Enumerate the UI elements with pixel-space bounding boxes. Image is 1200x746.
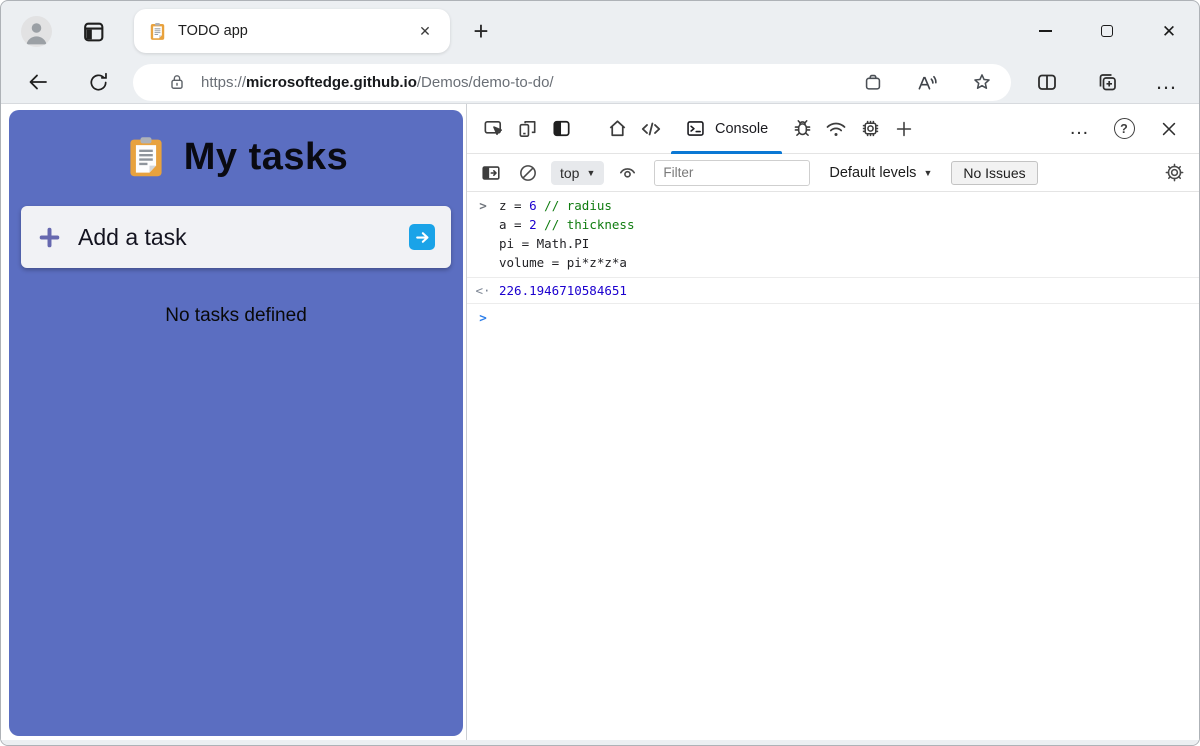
console-command-line: volume = pi*z*z*a (499, 255, 627, 270)
tab-title: TODO app (178, 23, 248, 39)
briefcase-icon[interactable] (862, 71, 884, 93)
tab-strip: TODO app ✕ + ✕ (1, 1, 1199, 61)
devtools-toolbar-right: … ? (1062, 112, 1190, 146)
more-options-icon[interactable]: … (1062, 112, 1096, 146)
welcome-home-icon[interactable] (600, 112, 634, 146)
read-aloud-icon[interactable] (916, 71, 939, 94)
profile-avatar[interactable] (21, 15, 52, 47)
maximize-window-icon[interactable] (1099, 23, 1115, 39)
empty-state-text: No tasks defined (165, 305, 307, 326)
console-result: <· 226.1946710584651 (467, 278, 1199, 304)
device-emulation-icon[interactable] (510, 112, 544, 146)
window-controls: ✕ (1037, 1, 1177, 61)
url-domain: microsoftedge.github.io (246, 73, 417, 91)
url-text: https://microsoftedge.github.io/Demos/de… (201, 73, 554, 91)
clear-console-icon[interactable] (514, 159, 542, 187)
live-expression-eye-icon[interactable] (613, 159, 641, 187)
page-viewport: My tasks Add a task No tasks defined (1, 104, 466, 740)
elements-tab-icon[interactable] (634, 112, 668, 146)
app-header: My tasks (9, 135, 463, 179)
caret-down-icon: ▼ (586, 167, 596, 178)
back-icon[interactable] (25, 69, 51, 95)
tab-actions-menu-icon[interactable] (76, 14, 110, 48)
console-tab-label: Console (715, 120, 769, 137)
console-toolbar: top ▼ Default levels ▼ No Issues (467, 154, 1199, 192)
devtools-panel: Console … ? top ▼ Filter Default levels … (466, 104, 1199, 740)
console-tab[interactable]: Console (668, 104, 785, 154)
clipboard-icon (130, 137, 162, 177)
javascript-context-selector[interactable]: top ▼ (551, 160, 605, 185)
page-title: My tasks (183, 135, 349, 178)
collections-icon[interactable] (1095, 70, 1119, 94)
split-screen-icon[interactable] (1035, 70, 1059, 94)
navigation-bar: https://microsoftedge.github.io/Demos/de… (1, 61, 1199, 103)
context-label: top (560, 164, 580, 181)
navbar-right-actions: … (1035, 69, 1178, 95)
console-command-line: a = 2 // thickness (499, 217, 635, 232)
close-window-icon[interactable]: ✕ (1161, 23, 1177, 40)
browser-tab-todo-app[interactable]: TODO app ✕ (134, 9, 450, 53)
console-command: > z = 6 // radius a = 2 // thickness pi … (467, 192, 1199, 278)
console-sidebar-toggle-icon[interactable] (477, 159, 505, 187)
console-icon (687, 121, 704, 136)
default-levels-dropdown[interactable]: Default levels ▼ (829, 165, 932, 181)
settings-more-icon[interactable]: … (1155, 69, 1178, 95)
window-bottom-edge (1, 740, 1199, 745)
todo-app-panel: My tasks Add a task No tasks defined (9, 110, 463, 736)
clipboard-favicon (150, 22, 165, 40)
focus-mode-icon[interactable] (544, 112, 578, 146)
window-content: My tasks Add a task No tasks defined Con… (1, 103, 1199, 740)
console-settings-gear-icon[interactable] (1159, 158, 1189, 188)
command-chevron: > (479, 198, 487, 213)
new-tab-icon[interactable]: + (466, 16, 496, 46)
performance-chip-icon[interactable] (853, 112, 887, 146)
refresh-icon[interactable] (85, 69, 111, 95)
no-issues-badge[interactable]: No Issues (951, 160, 1038, 185)
more-tabs-icon[interactable] (887, 112, 921, 146)
debugger-bug-icon[interactable] (785, 112, 819, 146)
caret-down-icon: ▼ (923, 167, 933, 178)
console-output[interactable]: > z = 6 // radius a = 2 // thickness pi … (467, 192, 1199, 740)
arrow-right-icon (415, 231, 429, 243)
add-task-input[interactable]: Add a task (21, 206, 451, 268)
submit-task-button[interactable] (409, 224, 435, 250)
favorites-star-icon[interactable] (971, 71, 993, 93)
console-command-line: pi = Math.PI (499, 236, 590, 251)
browser-window: TODO app ✕ + ✕ https://microsoftedge.git… (0, 0, 1200, 746)
filter-input[interactable] (654, 159, 811, 186)
console-prompt[interactable]: > (467, 304, 1199, 332)
inspect-element-icon[interactable] (476, 112, 510, 146)
minimize-window-icon[interactable] (1037, 23, 1053, 39)
address-bar-actions (862, 71, 999, 94)
console-command-line: > z = 6 // radius (467, 196, 1199, 215)
person-icon (26, 22, 47, 44)
lock-icon[interactable] (167, 72, 187, 92)
address-bar[interactable]: https://microsoftedge.github.io/Demos/de… (133, 63, 1011, 101)
result-arrow-icon: <· (475, 283, 491, 298)
plus-icon (39, 227, 60, 247)
network-wifi-icon[interactable] (819, 112, 853, 146)
close-tab-icon[interactable]: ✕ (414, 20, 436, 42)
close-devtools-icon[interactable] (1152, 112, 1186, 146)
result-value: 226.1946710584651 (499, 283, 627, 298)
add-task-label: Add a task (78, 223, 187, 250)
help-icon[interactable]: ? (1107, 112, 1141, 146)
prompt-chevron-icon: > (479, 310, 487, 325)
devtools-toolbar: Console … ? (467, 104, 1199, 154)
